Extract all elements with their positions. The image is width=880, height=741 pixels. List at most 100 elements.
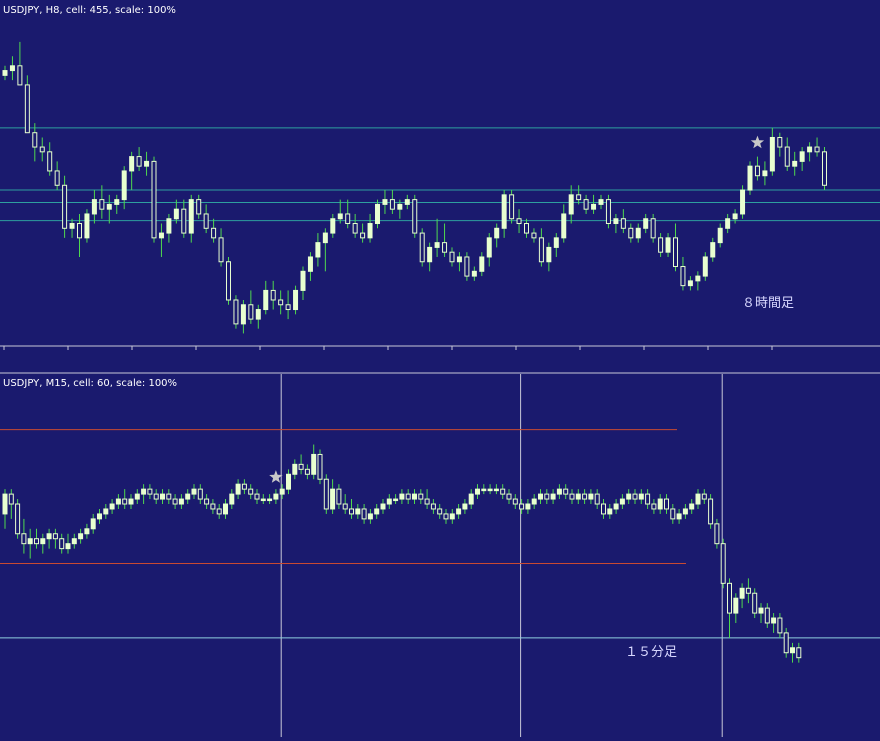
h8-timeframe-note: ８時間足 xyxy=(742,296,794,311)
m15-candle-body xyxy=(619,498,625,505)
m15-candle-body xyxy=(550,493,556,500)
h8-candle-body xyxy=(524,223,529,234)
m15-candle-body xyxy=(78,533,84,540)
h8-candle-body xyxy=(442,242,448,253)
h8-candle-body xyxy=(382,199,388,205)
h8-candle-body xyxy=(47,151,53,172)
h8-candle-body xyxy=(807,146,813,153)
m15-candle-body xyxy=(71,538,77,545)
m15-candle-body xyxy=(626,493,632,500)
m15-candle-body xyxy=(783,632,789,654)
m15-candle-body xyxy=(607,508,613,515)
m15-candle-body xyxy=(443,513,449,520)
h8-candle-body xyxy=(695,275,701,282)
m15-candle-body xyxy=(418,493,424,500)
m15-candle-body xyxy=(172,498,178,505)
m15-candle-body xyxy=(216,508,222,515)
h8-candle-body xyxy=(702,256,708,277)
h8-candle-body xyxy=(203,213,209,229)
h8-candle-body xyxy=(121,170,127,201)
m15-candle-body xyxy=(273,493,279,500)
m15-candle-body xyxy=(304,468,310,475)
h8-candle-body xyxy=(784,146,790,167)
h8-candle-body xyxy=(300,270,306,291)
m15-candle-body xyxy=(298,463,304,470)
m15-candle-body xyxy=(241,483,247,490)
h8-candle-body xyxy=(538,237,544,263)
h8-candle-body xyxy=(91,199,97,215)
h8-candle-body xyxy=(99,199,105,210)
m15-candle-body xyxy=(109,503,115,510)
h8-candle-body xyxy=(822,151,827,186)
m15-candle-body xyxy=(317,453,323,480)
m15-candle-body xyxy=(59,538,65,550)
m15-candle-body xyxy=(525,503,531,510)
h8-candle-body xyxy=(434,242,440,248)
h8-candle-body xyxy=(84,213,90,239)
h8-candle-body xyxy=(471,270,477,277)
h8-candle-body xyxy=(456,256,462,263)
h8-candle-body xyxy=(650,218,656,239)
m15-candle-body xyxy=(134,493,140,500)
m15-candle-body xyxy=(323,478,329,510)
h8-candle-body xyxy=(449,251,455,263)
h8-candle-body xyxy=(717,227,723,244)
m15-candle-body xyxy=(449,513,455,520)
m15-candle-body xyxy=(594,493,600,505)
m15-candle-body xyxy=(361,508,367,520)
h8-candle-body xyxy=(598,199,604,205)
h8-candle-body xyxy=(158,232,164,239)
m15-candle-body xyxy=(569,493,575,500)
h8-candle-body xyxy=(479,256,485,272)
h8-candle-body xyxy=(322,232,328,244)
m15-candle-body xyxy=(582,493,588,500)
m15-candle-body xyxy=(601,503,606,515)
m15-candle-body xyxy=(682,508,688,515)
h8-candle-body xyxy=(620,218,626,229)
m15-candle-body xyxy=(563,488,569,495)
m15-candle-body xyxy=(40,538,46,545)
m15-candle-body xyxy=(493,488,499,492)
m15-candle-body xyxy=(367,513,373,520)
h8-candle-body xyxy=(725,218,731,229)
h8-candle-body xyxy=(263,289,269,311)
h8-candle-body xyxy=(69,223,75,229)
h8-candle-body xyxy=(412,199,418,234)
m15-candle-body xyxy=(512,498,518,505)
h8-candle-body xyxy=(568,194,574,215)
m15-candle-body xyxy=(153,493,159,500)
h8-candle-body xyxy=(136,156,142,167)
h8-candle-body xyxy=(62,184,68,229)
h8-candle-body xyxy=(769,136,775,172)
m15-candle-body xyxy=(468,493,474,505)
m15-candle-body xyxy=(46,533,52,540)
h8-candle-body xyxy=(211,227,217,239)
m15-candle-body xyxy=(632,493,638,500)
m15-candle-body xyxy=(355,508,361,515)
m15-candle-body xyxy=(670,508,676,520)
h8-candle-body xyxy=(561,213,567,239)
h8-candle-body xyxy=(747,165,753,191)
h8-candle-body xyxy=(643,218,649,229)
h8-candle-body xyxy=(389,199,395,210)
h8-candle-body xyxy=(330,218,336,234)
m15-candle-body xyxy=(52,533,58,540)
m15-candle-body xyxy=(538,493,543,500)
m15-candle-body xyxy=(701,493,707,500)
m15-candle-body xyxy=(588,493,594,500)
h8-candle-body xyxy=(792,160,798,167)
m15-candle-body xyxy=(141,488,147,495)
m15-candle-body xyxy=(695,493,701,505)
h8-candle-body xyxy=(270,289,276,301)
h8-candle-body xyxy=(367,223,373,239)
h8-candle-body xyxy=(553,237,559,248)
m15-candle-body xyxy=(412,493,417,500)
m15-candle-body xyxy=(796,647,802,659)
h8-candle-body xyxy=(315,242,321,258)
h8-candle-body xyxy=(404,199,410,205)
h8-candle-body xyxy=(375,203,380,225)
h8-candle-body xyxy=(762,170,768,177)
m15-candle-body xyxy=(27,538,33,545)
m15-candle-body xyxy=(204,498,210,505)
m15-candle-body xyxy=(128,498,134,505)
